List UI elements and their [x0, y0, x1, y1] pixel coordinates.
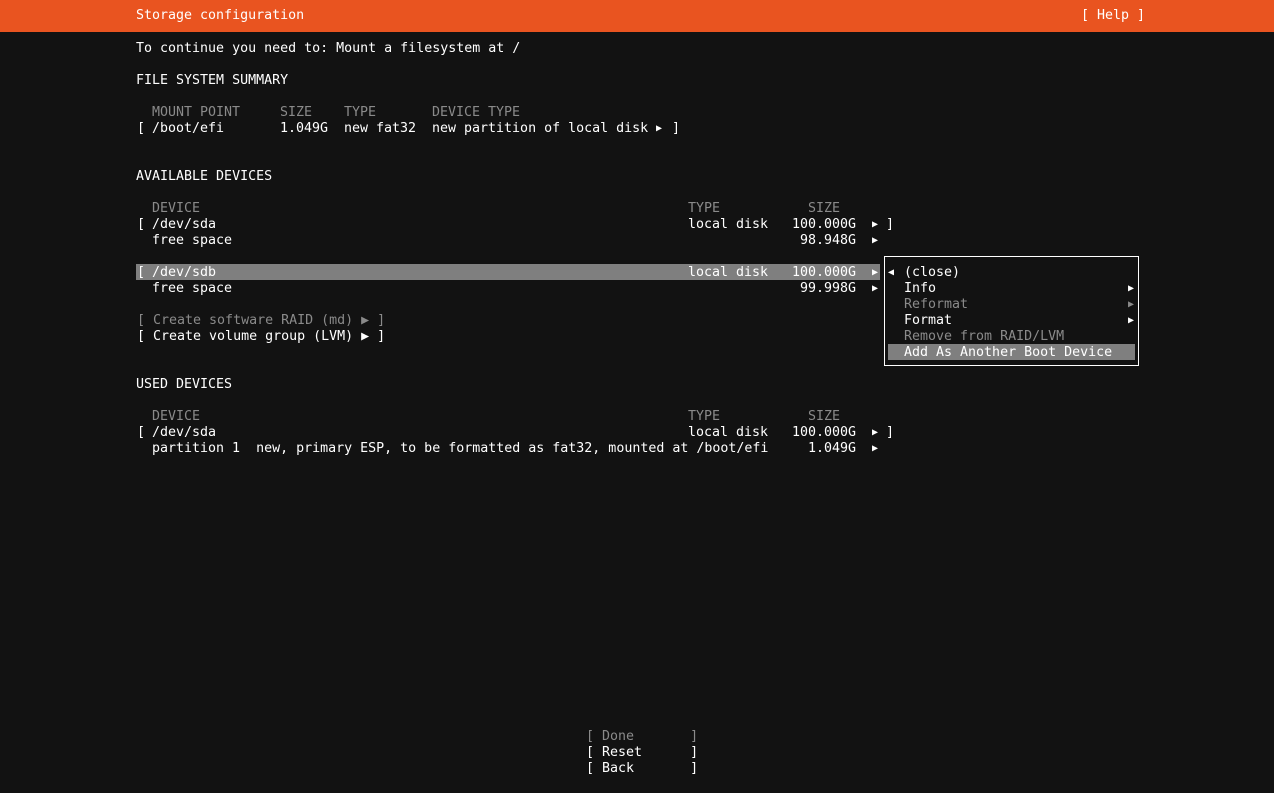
- col-size: SIZE: [280, 105, 313, 120]
- used-devices-heading: USED DEVICES: [136, 377, 233, 392]
- type-value: new fat32: [344, 121, 417, 136]
- instruction-text: To continue you need to: Mount a filesys…: [136, 41, 521, 56]
- device-name: /dev/sda: [152, 425, 217, 440]
- partition-size: 1.049G: [808, 441, 857, 456]
- col-type: TYPE: [688, 201, 721, 216]
- help-button[interactable]: [ Help ]: [1081, 8, 1145, 24]
- free-space-size: 99.998G: [800, 281, 857, 296]
- bracket-open: [: [137, 425, 146, 440]
- menu-item-reformat[interactable]: Reformat: [904, 297, 968, 313]
- expand-arrow-icon[interactable]: ▶: [872, 233, 878, 249]
- free-space-size: 98.948G: [800, 233, 857, 248]
- col-device: DEVICE: [152, 201, 201, 216]
- window-title: Storage configuration: [136, 8, 305, 23]
- menu-item-remove-from-raid-lvm[interactable]: Remove from RAID/LVM: [904, 329, 1064, 345]
- device-size: 100.000G: [792, 217, 857, 232]
- col-device: DEVICE: [152, 409, 201, 424]
- available-devices-heading: AVAILABLE DEVICES: [136, 169, 273, 184]
- col-type: TYPE: [688, 409, 721, 424]
- device-type: local disk: [688, 265, 769, 280]
- bracket-open: [: [137, 265, 146, 280]
- submenu-arrow-icon: ▶: [1128, 315, 1135, 326]
- menu-item-info[interactable]: Info: [904, 281, 936, 297]
- device-size: 100.000G: [792, 425, 857, 440]
- create-lvm-button[interactable]: [ Create volume group (LVM) ▶ ]: [137, 329, 385, 345]
- partition-description: partition 1 new, primary ESP, to be form…: [152, 441, 769, 456]
- back-arrow-icon[interactable]: ◀: [888, 265, 894, 281]
- expand-arrow-icon[interactable]: ▶: [872, 441, 878, 457]
- free-space-label: free space: [152, 281, 233, 296]
- back-button[interactable]: [ Back ]: [586, 761, 698, 777]
- expand-arrow-icon[interactable]: ▶: [872, 265, 878, 281]
- reset-button[interactable]: [ Reset ]: [586, 745, 698, 761]
- bracket-close: ]: [672, 121, 681, 136]
- bracket-open: [: [137, 121, 146, 136]
- expand-arrow-icon[interactable]: ▶: [872, 281, 878, 297]
- device-size: 100.000G: [792, 265, 857, 280]
- device-name: /dev/sdb: [152, 265, 217, 280]
- fs-summary-heading: FILE SYSTEM SUMMARY: [136, 73, 289, 88]
- device-type: local disk: [688, 217, 769, 232]
- menu-item-format[interactable]: Format: [904, 313, 952, 329]
- col-size: SIZE: [808, 409, 841, 424]
- expand-arrow-icon[interactable]: ▶: [872, 425, 878, 441]
- header-bar: Storage configuration [ Help ]: [0, 0, 1274, 32]
- free-space-label: free space: [152, 233, 233, 248]
- device-type: local disk: [688, 425, 769, 440]
- menu-item-close[interactable]: (close): [904, 265, 960, 281]
- bracket-close: ]: [886, 425, 895, 440]
- create-raid-button[interactable]: [ Create software RAID (md) ▶ ]: [137, 313, 385, 329]
- expand-arrow-icon[interactable]: ▶: [656, 121, 662, 137]
- done-button[interactable]: [ Done ]: [586, 729, 698, 745]
- submenu-arrow-icon: ▶: [1128, 299, 1135, 310]
- col-device-type: DEVICE TYPE: [432, 105, 521, 120]
- size-value: 1.049G: [280, 121, 329, 136]
- device-name: /dev/sda: [152, 217, 217, 232]
- expand-arrow-icon[interactable]: ▶: [872, 217, 878, 233]
- selection-highlight: [136, 264, 880, 280]
- bracket-open: [: [137, 217, 146, 232]
- mount-point-value: /boot/efi: [152, 121, 225, 136]
- col-type: TYPE: [344, 105, 377, 120]
- device-type-value: new partition of local disk: [432, 121, 649, 136]
- submenu-arrow-icon: ▶: [1128, 283, 1135, 294]
- bracket-close: ]: [886, 217, 895, 232]
- col-mount-point: MOUNT POINT: [152, 105, 241, 120]
- menu-item-add-boot-device[interactable]: Add As Another Boot Device: [904, 345, 1112, 361]
- col-size: SIZE: [808, 201, 841, 216]
